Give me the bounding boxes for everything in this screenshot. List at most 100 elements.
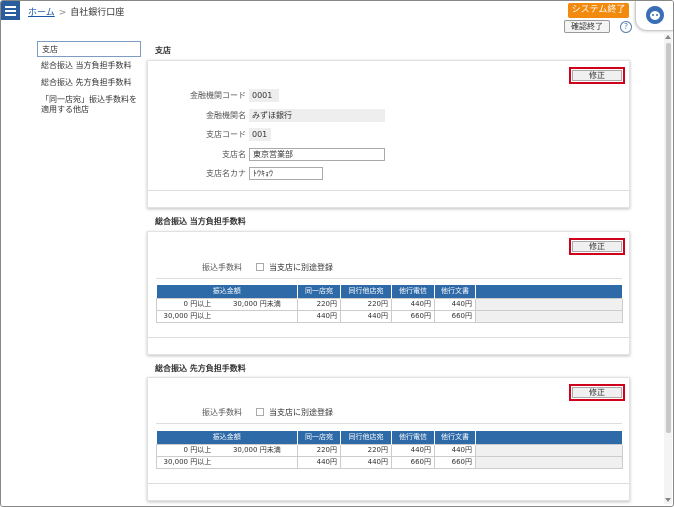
bank-code-value: 0001: [249, 89, 279, 102]
form-row-branch-code: 支店コード: [148, 128, 246, 141]
fee-cell: 660円: [434, 455, 476, 469]
range-to: 30,000: [232, 300, 258, 308]
fee-payer-edit-button[interactable]: 修正: [569, 238, 625, 255]
fee-payee-fee-label: 振込手数料: [202, 408, 242, 417]
blank-cell: [475, 309, 623, 323]
branch-panel-footer: [148, 190, 629, 207]
col-header-other-telegraph: 他行電信: [391, 431, 435, 444]
col-header-other-document: 他行文書: [434, 285, 476, 298]
form-row-bank-name: 金融機関名: [148, 109, 246, 122]
branch-code-label: 支店コード: [206, 130, 246, 139]
range-from: 0: [183, 446, 188, 454]
amount-range-cell: 30,000 円以上: [156, 455, 298, 469]
col-header-same-bank: 同行他店宛: [340, 285, 392, 298]
fee-payer-panel: 修正 振込手数料 当支店に別途登録 振込金額 同一店宛 同行他店宛 他行電信 他…: [147, 231, 630, 355]
fee-cell: 220円: [340, 297, 392, 311]
range-from: 0: [183, 300, 188, 308]
fee-payee-checkbox[interactable]: [256, 408, 264, 416]
branch-name-field[interactable]: 東京営業部: [249, 148, 385, 161]
fee-cell: 660円: [391, 455, 435, 469]
nav-item-branch[interactable]: 支店: [37, 41, 141, 57]
blank-cell: [475, 455, 623, 469]
fee-cell: 660円: [391, 309, 435, 323]
scrollbar-thumb[interactable]: [666, 43, 671, 433]
nav-item-fee-payer[interactable]: 総合振込 当方負担手数料: [37, 60, 141, 72]
col-header-other-telegraph: 他行電信: [391, 285, 435, 298]
fee-payer-divider: [156, 278, 622, 279]
col-header-amount: 振込金額: [156, 431, 298, 444]
bank-code-label: 金融機関コード: [190, 91, 246, 100]
bank-name-value: みずほ銀行: [249, 109, 385, 122]
fee-cell: 440円: [297, 455, 341, 469]
range-from-unit: 円以上: [190, 446, 212, 454]
fee-payee-panel-footer: [148, 483, 629, 500]
col-header-same-bank: 同行他店宛: [340, 431, 392, 444]
branch-kana-label: 支店名カナ: [206, 169, 246, 178]
hamburger-icon[interactable]: [1, 1, 20, 20]
breadcrumb: ホーム > 自社銀行口座: [28, 5, 124, 18]
fee-payee-edit-label: 修正: [572, 387, 622, 398]
fee-payee-section-title: 総合振込 先方負担手数料: [155, 364, 246, 373]
table-row: 0 円以上 30,000 円未満 220円 220円 440円 440円: [156, 297, 623, 311]
fee-cell: 440円: [340, 455, 392, 469]
fee-cell: 440円: [391, 297, 435, 311]
table-header-row: 振込金額 同一店宛 同行他店宛 他行電信 他行文書: [156, 431, 623, 444]
scroll-up-icon[interactable]: [665, 35, 671, 39]
blank-cell: [475, 443, 623, 457]
fee-payee-table: 振込金額 同一店宛 同行他店宛 他行電信 他行文書 0 円以上 30,000 円…: [156, 431, 623, 469]
fee-payer-table: 振込金額 同一店宛 同行他店宛 他行電信 他行文書 0 円以上 30,000 円…: [156, 285, 623, 323]
user-tab[interactable]: [635, 1, 673, 31]
fee-payee-divider: [156, 423, 622, 424]
amount-range-cell: 0 円以上 30,000 円未満: [156, 443, 298, 457]
branch-kana-field[interactable]: ﾄｳｷｮｳ: [249, 167, 323, 180]
fee-cell: 440円: [340, 309, 392, 323]
help-icon[interactable]: ?: [620, 21, 632, 33]
col-header-other-document: 他行文書: [434, 431, 476, 444]
range-to: 30,000: [232, 446, 258, 454]
fee-cell: 440円: [434, 297, 476, 311]
table-header-row: 振込金額 同一店宛 同行他店宛 他行電信 他行文書: [156, 285, 623, 298]
fee-cell: 440円: [297, 309, 341, 323]
fee-payee-edit-button[interactable]: 修正: [569, 384, 625, 401]
branch-name-label: 支店名: [222, 150, 246, 159]
fee-payer-checkbox[interactable]: [256, 263, 264, 271]
fee-cell: 220円: [297, 443, 341, 457]
fee-cell: 220円: [297, 297, 341, 311]
col-header-blank: [475, 285, 623, 298]
col-header-blank: [475, 431, 623, 444]
branch-edit-button[interactable]: 修正: [569, 67, 625, 84]
branch-panel: 修正 金融機関コード 0001 金融機関名 みずほ銀行 支店コード 001 支店…: [147, 60, 630, 208]
col-header-same-branch: 同一店宛: [297, 431, 341, 444]
range-from: 30,000: [163, 458, 189, 466]
fee-payee-panel: 修正 振込手数料 当支店に別途登録 振込金額 同一店宛 同行他店宛 他行電信 他…: [147, 377, 630, 501]
range-from: 30,000: [163, 312, 189, 320]
fee-cell: 440円: [391, 443, 435, 457]
breadcrumb-home-link[interactable]: ホーム: [28, 8, 55, 18]
fee-cell: 440円: [434, 443, 476, 457]
form-row-branch-name: 支店名: [148, 148, 246, 161]
avatar-icon: [646, 6, 664, 24]
col-header-amount: 振込金額: [156, 285, 298, 298]
branch-section-title: 支店: [155, 46, 171, 55]
table-row: 30,000 円以上 440円 440円 660円 660円: [156, 455, 623, 469]
scroll-down-icon[interactable]: [665, 498, 671, 502]
amount-range-cell: 30,000 円以上: [156, 309, 298, 323]
branch-edit-label: 修正: [572, 70, 622, 81]
range-to-unit: 円未満: [259, 300, 281, 308]
top-bar: ホーム > 自社銀行口座 システム終了: [1, 1, 673, 20]
blank-cell: [475, 297, 623, 311]
range-to-unit: 円未満: [259, 446, 281, 454]
fee-payer-section-title: 総合振込 当方負担手数料: [155, 217, 246, 226]
fee-payer-panel-footer: [148, 337, 629, 354]
fee-cell: 660円: [434, 309, 476, 323]
range-from-unit: 円以上: [190, 458, 212, 466]
system-end-button[interactable]: システム終了: [568, 3, 629, 18]
amount-range-cell: 0 円以上 30,000 円未満: [156, 297, 298, 311]
fee-payer-fee-label: 振込手数料: [202, 263, 242, 272]
form-row-bank-code: 金融機関コード: [148, 89, 246, 102]
confirm-end-button[interactable]: 確認終了: [564, 20, 610, 33]
branch-code-value: 001: [249, 128, 271, 141]
fee-payer-checkbox-label: 当支店に別途登録: [269, 263, 333, 272]
breadcrumb-current: 自社銀行口座: [70, 8, 125, 18]
nav-item-fee-payee[interactable]: 総合振込 先方負担手数料: [37, 77, 141, 89]
